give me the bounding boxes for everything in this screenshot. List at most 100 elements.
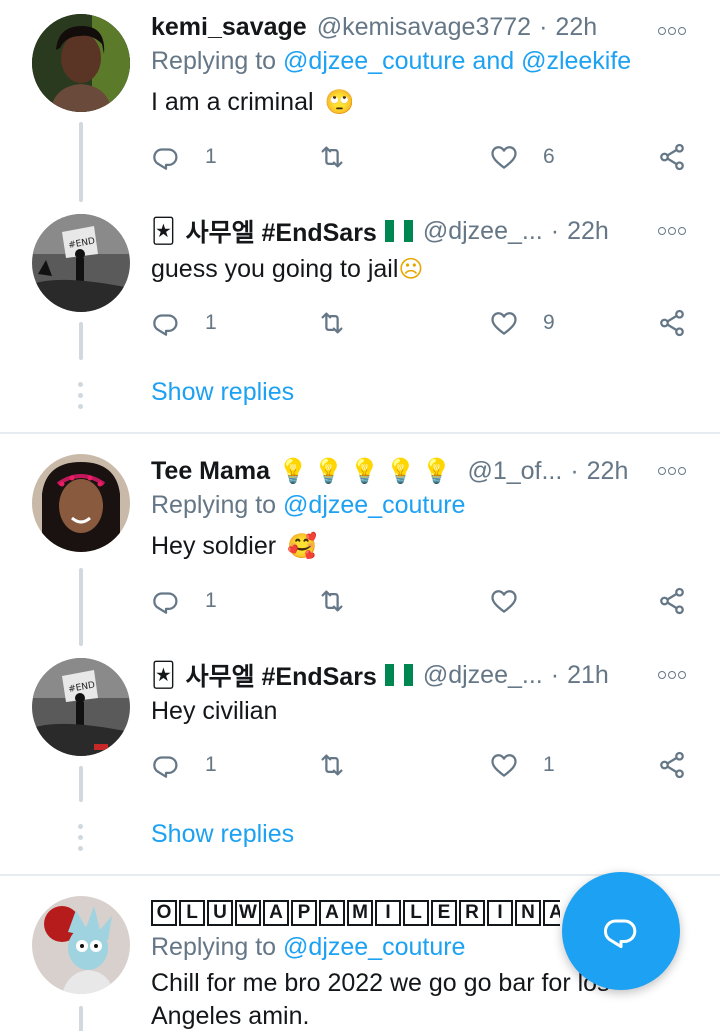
replying-to-prefix: Replying to <box>151 491 284 519</box>
reply-button[interactable]: 1 <box>151 584 217 618</box>
user-handle[interactable]: @1_of... <box>467 457 562 486</box>
display-name[interactable]: OLUWAPAMILERINA <box>151 900 560 926</box>
tweet-actions: 1 6 <box>151 140 691 174</box>
retweet-icon <box>317 586 347 616</box>
reply-icon <box>151 586 181 616</box>
tweet-text: guess you going to jail☹ <box>151 253 630 286</box>
replying-to-users[interactable]: @djzee_couture <box>283 933 465 961</box>
eye-roll-emoji: 🙄 <box>324 88 355 116</box>
replying-to-users[interactable]: @djzee_couture and @zleekife <box>283 47 631 75</box>
reply-button[interactable]: 1 <box>151 306 217 340</box>
share-button[interactable] <box>657 584 687 618</box>
reply-button[interactable]: 1 <box>151 140 217 174</box>
retweet-button[interactable] <box>317 748 347 782</box>
like-icon <box>489 308 519 338</box>
avatar[interactable]: #END <box>32 214 130 312</box>
user-handle[interactable]: @djzee_... <box>423 217 543 246</box>
display-name[interactable]: Tee Mama <box>151 457 270 486</box>
user-handle[interactable]: @kemisavage3772 <box>317 13 531 42</box>
reply-icon <box>151 750 181 780</box>
share-icon <box>657 308 687 338</box>
share-icon <box>657 586 687 616</box>
compose-reply-button[interactable] <box>562 872 680 990</box>
separator: · <box>570 456 579 485</box>
like-count: 9 <box>543 311 555 334</box>
separator: · <box>550 216 560 245</box>
frowning-emoji: ☹ <box>398 255 424 283</box>
replying-to: Replying to @djzee_couture and @zleekife <box>151 47 631 76</box>
share-icon <box>657 750 687 780</box>
share-icon <box>657 142 687 172</box>
timestamp[interactable]: 22h <box>567 217 609 246</box>
reply-count: 1 <box>205 145 217 168</box>
share-button[interactable] <box>657 140 687 174</box>
tweet-3[interactable]: Tee Mama 💡💡💡💡💡 @1_of... · 22h Replying t… <box>0 434 720 646</box>
reply-count: 1 <box>205 753 217 776</box>
retweet-icon <box>317 308 347 338</box>
tweet-header: kemi_savage @kemisavage3772 · 22h <box>151 10 640 44</box>
thread-line <box>79 1006 83 1031</box>
reply-icon <box>151 142 181 172</box>
more-icon[interactable] <box>658 465 686 477</box>
like-button[interactable]: 1 <box>489 748 555 782</box>
more-icon[interactable] <box>658 669 686 681</box>
user-handle[interactable]: @djzee_... <box>423 661 543 690</box>
replying-to: Replying to @djzee_couture <box>151 491 465 520</box>
display-name[interactable]: 사무엘 #EndSars <box>186 658 377 692</box>
avatar-image <box>32 14 130 112</box>
retweet-button[interactable] <box>317 140 347 174</box>
nigeria-flag-icon <box>384 664 413 686</box>
like-icon <box>489 142 519 172</box>
tweet-header: OLUWAPAMILERINA ... <box>151 896 560 930</box>
avatar[interactable] <box>32 454 130 552</box>
like-button[interactable]: 6 <box>489 140 555 174</box>
replying-to-users[interactable]: @djzee_couture <box>283 491 465 519</box>
separator: · <box>550 660 560 689</box>
tweet-text: Hey soldier 🥰 <box>151 530 630 563</box>
share-button[interactable] <box>657 748 687 782</box>
thread-line <box>79 766 83 802</box>
avatar-image: #END <box>32 658 130 756</box>
display-name[interactable]: 사무엘 #EndSars <box>186 214 377 248</box>
tweet-text-body: Hey soldier <box>151 532 277 560</box>
tweet-1[interactable]: kemi_savage @kemisavage3772 · 22h Replyi… <box>0 0 720 202</box>
thread-gap-dots <box>78 382 84 409</box>
like-count: 1 <box>543 753 555 776</box>
display-name[interactable]: kemi_savage <box>151 13 307 42</box>
avatar-image <box>32 454 130 552</box>
like-icon <box>489 750 519 780</box>
thread-line <box>79 568 83 646</box>
reply-count: 1 <box>205 311 217 334</box>
timestamp[interactable]: 22h <box>587 457 629 486</box>
tweet-actions: 1 <box>151 584 691 618</box>
share-button[interactable] <box>657 306 687 340</box>
show-replies-link[interactable]: Show replies <box>151 378 294 407</box>
tweet-text: Hey civilian <box>151 695 630 728</box>
thread-gap-dots <box>78 824 84 851</box>
timestamp[interactable]: 22h <box>555 13 597 42</box>
joker-emoji: 🃏 <box>151 217 176 245</box>
like-button[interactable]: 9 <box>489 306 555 340</box>
avatar[interactable] <box>32 14 130 112</box>
avatar-image: #END <box>32 214 130 312</box>
tweet-text-line-2: Angeles amin. <box>151 1002 310 1030</box>
more-icon[interactable] <box>658 25 686 37</box>
avatar[interactable] <box>32 896 130 994</box>
timestamp[interactable]: 21h <box>567 661 609 690</box>
tweet-header: Tee Mama 💡💡💡💡💡 @1_of... · 22h <box>151 454 640 488</box>
retweet-button[interactable] <box>317 306 347 340</box>
tweet-2[interactable]: #END 🃏 사무엘 #EndSars @djzee_... · 22h gue… <box>0 200 720 432</box>
reply-button[interactable]: 1 <box>151 748 217 782</box>
compose-reply-icon <box>604 919 637 949</box>
more-icon[interactable] <box>658 225 686 237</box>
tweet-header: 🃏 사무엘 #EndSars @djzee_... · 22h <box>151 214 640 248</box>
joker-emoji: 🃏 <box>151 661 176 689</box>
retweet-button[interactable] <box>317 584 347 618</box>
show-replies-link[interactable]: Show replies <box>151 820 294 849</box>
avatar[interactable]: #END <box>32 658 130 756</box>
replying-to: Replying to @djzee_couture <box>151 933 465 962</box>
tweet-actions: 1 1 <box>151 748 691 782</box>
tweet-4[interactable]: #END 🃏 사무엘 #EndSars @djzee_... · 21h Hey… <box>0 644 720 874</box>
reply-icon <box>151 308 181 338</box>
like-button[interactable] <box>489 584 519 618</box>
